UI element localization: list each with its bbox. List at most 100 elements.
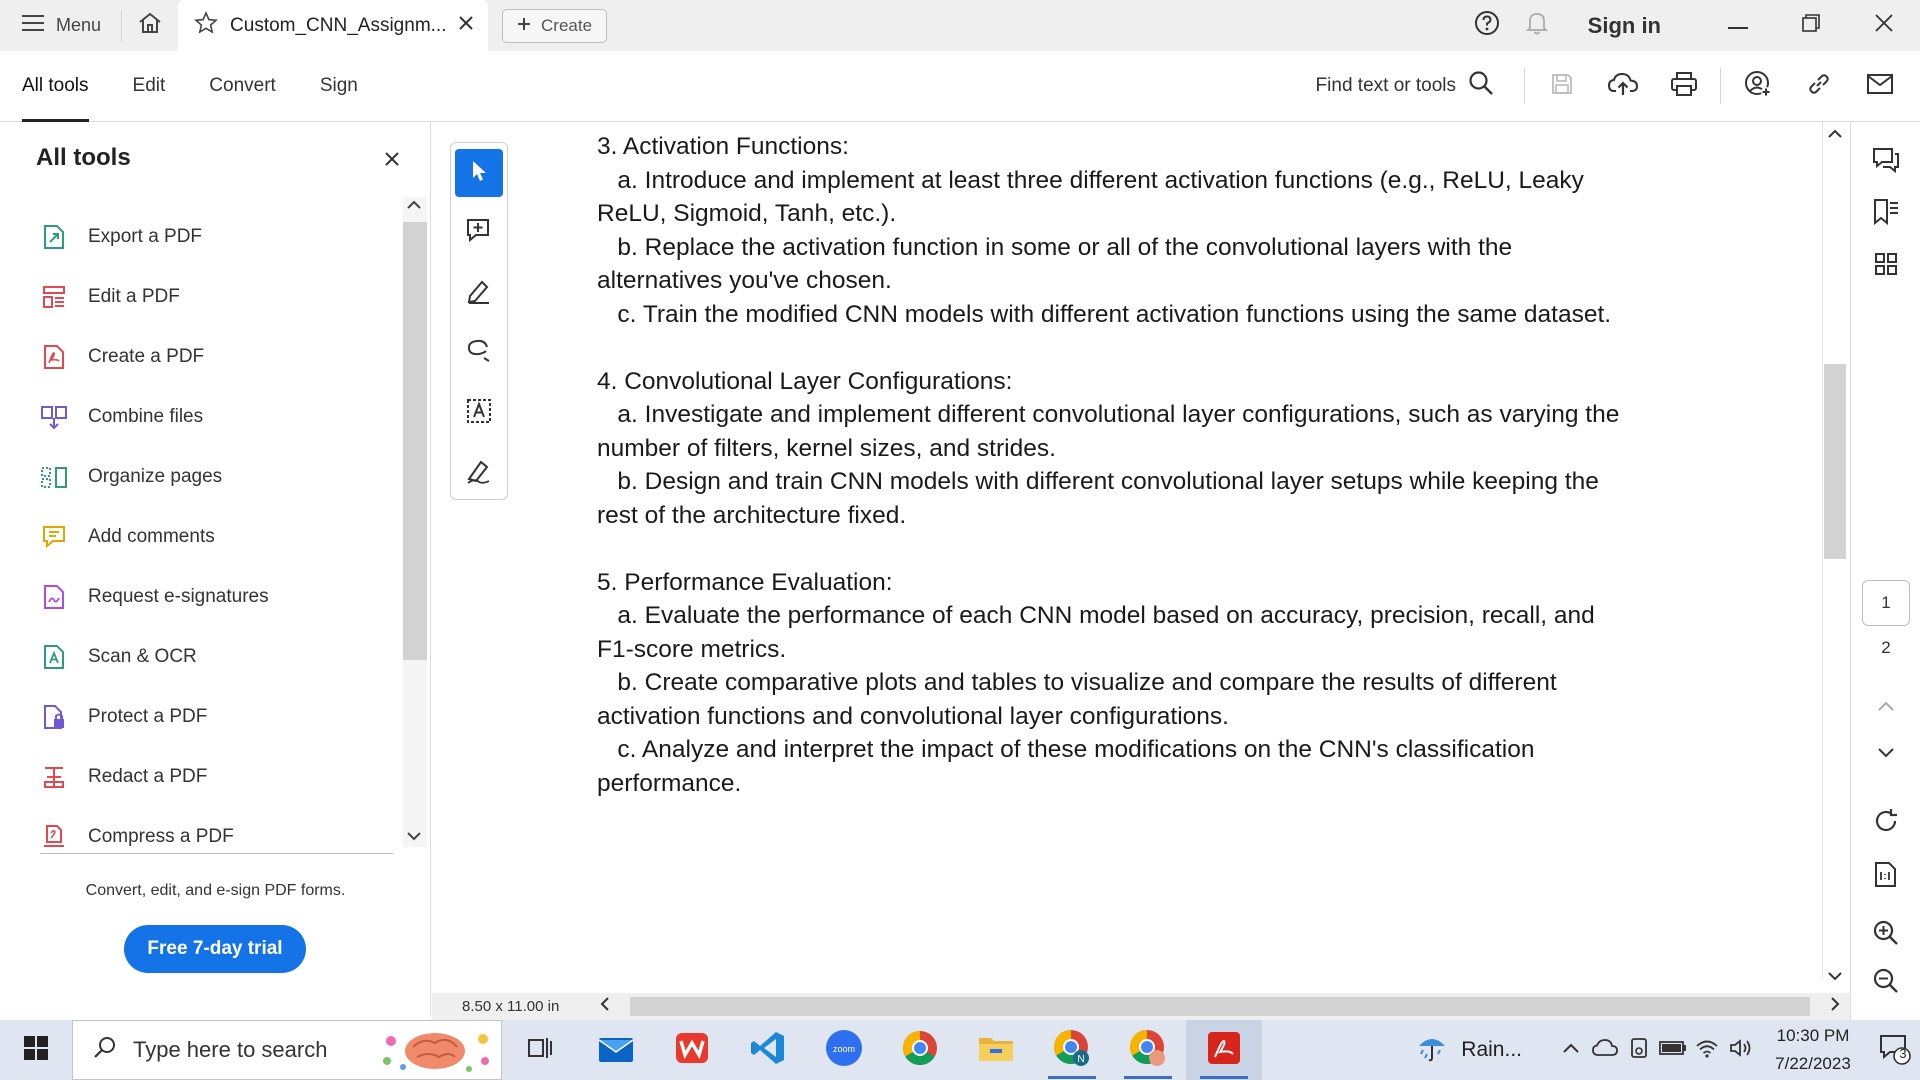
previous-page-button[interactable]	[1868, 690, 1904, 726]
chrome-profile-button[interactable]: N	[1034, 1020, 1110, 1080]
tool-edit-pdf[interactable]: Edit a PDF	[40, 267, 395, 327]
tool-redact-pdf[interactable]: Redact a PDF	[40, 747, 395, 807]
zoom-in-button[interactable]	[1868, 917, 1904, 953]
home-button[interactable]	[122, 0, 178, 51]
taskbar-search-box[interactable]: Type here to search	[72, 1020, 502, 1080]
horizontal-scrollbar[interactable]	[630, 997, 1810, 1016]
home-icon	[137, 11, 163, 40]
weather-widget[interactable]: Rain...	[1415, 1030, 1554, 1070]
main-toolbar: All tools Edit Convert Sign Find text or…	[0, 51, 1920, 122]
text-box-tool-button[interactable]	[455, 389, 503, 437]
free-trial-button[interactable]: Free 7-day trial	[124, 925, 306, 973]
zoom-out-button[interactable]	[1868, 965, 1904, 1001]
tool-export-pdf[interactable]: Export a PDF	[40, 207, 395, 267]
zoom-app-button[interactable]: zoom	[806, 1020, 882, 1080]
restore-icon	[1801, 13, 1821, 38]
sign-in-button[interactable]: Sign in	[1562, 13, 1701, 39]
upload-button[interactable]	[1592, 51, 1653, 122]
current-page-input[interactable]: 1	[1862, 580, 1910, 626]
star-icon[interactable]	[194, 10, 218, 41]
edit-pdf-icon	[40, 283, 68, 311]
highlight-tool-button[interactable]	[455, 269, 503, 317]
print-button[interactable]	[1653, 51, 1714, 122]
wps-office-button[interactable]	[654, 1020, 730, 1080]
tool-add-comments[interactable]: Add comments	[40, 507, 395, 567]
bookmarks-button[interactable]	[1868, 196, 1904, 232]
actual-size-button[interactable]	[1868, 859, 1904, 895]
notification-center-button[interactable]: 3	[1868, 1020, 1920, 1080]
meet-now-button[interactable]	[1622, 1037, 1656, 1064]
save-icon	[1550, 72, 1574, 101]
zoom-in-icon	[1872, 919, 1900, 952]
tool-combine-files[interactable]: Combine files	[40, 387, 395, 447]
restore-button[interactable]	[1774, 0, 1847, 51]
close-window-button[interactable]	[1847, 0, 1920, 51]
vscode-button[interactable]	[730, 1020, 806, 1080]
scroll-up-icon[interactable]	[407, 197, 421, 215]
next-page-button[interactable]	[1868, 737, 1904, 773]
start-button[interactable]	[0, 1020, 72, 1080]
chrome-profile-2-button[interactable]	[1110, 1020, 1186, 1080]
document-scroll-thumb[interactable]	[1824, 364, 1846, 559]
save-button[interactable]	[1531, 51, 1592, 122]
email-button[interactable]	[1849, 51, 1910, 122]
text-line: 3. Activation Functions:	[597, 133, 849, 160]
scroll-up-icon[interactable]	[1828, 126, 1842, 143]
organize-pages-icon	[40, 463, 68, 491]
create-button[interactable]: Create	[502, 8, 608, 43]
file-explorer-button[interactable]	[958, 1020, 1034, 1080]
help-button[interactable]	[1462, 0, 1512, 51]
rotate-button[interactable]	[1868, 805, 1904, 841]
comments-button[interactable]	[1868, 144, 1904, 180]
battery-button[interactable]	[1656, 1040, 1690, 1061]
tab-convert[interactable]: Convert	[209, 51, 276, 122]
tool-request-esignatures[interactable]: Request e-signatures	[40, 567, 395, 627]
chrome-button[interactable]	[882, 1020, 958, 1080]
rain-umbrella-icon	[1415, 1030, 1449, 1070]
panel-scroll-thumb[interactable]	[403, 222, 427, 660]
tool-organize-pages[interactable]: Organize pages	[40, 447, 395, 507]
text-line: b. Replace the activation function in so…	[597, 233, 1513, 261]
tool-scan-ocr[interactable]: Scan & OCR	[40, 627, 395, 687]
minimize-button[interactable]	[1701, 0, 1774, 51]
acrobat-icon	[1206, 1030, 1242, 1071]
clock[interactable]: 10:30 PM 7/22/2023	[1758, 1022, 1868, 1078]
scroll-down-icon[interactable]	[407, 828, 421, 846]
tool-compress-pdf[interactable]: Compress a PDF	[40, 807, 395, 867]
tool-create-pdf[interactable]: Create a PDF	[40, 327, 395, 387]
select-tool-button[interactable]	[455, 149, 503, 197]
network-button[interactable]	[1690, 1038, 1724, 1063]
tab-sign[interactable]: Sign	[320, 51, 358, 122]
show-hidden-icons-button[interactable]	[1554, 1041, 1588, 1059]
find-text-or-tools[interactable]: Find text or tools	[1316, 70, 1518, 102]
notifications-button[interactable]	[1512, 0, 1562, 51]
tab-title: Custom_CNN_Assignm...	[230, 14, 447, 36]
menu-button[interactable]: Menu	[0, 0, 121, 51]
tab-edit[interactable]: Edit	[133, 51, 166, 122]
scroll-left-icon[interactable]	[590, 997, 620, 1016]
add-comment-tool-button[interactable]	[455, 209, 503, 257]
copy-link-button[interactable]	[1788, 51, 1849, 122]
scroll-right-icon[interactable]	[1820, 997, 1850, 1016]
share-with-people-button[interactable]	[1727, 51, 1788, 122]
thumbnails-button[interactable]	[1868, 248, 1904, 284]
cursor-icon	[467, 158, 491, 189]
search-icon	[1468, 70, 1494, 102]
tool-protect-pdf[interactable]: Protect a PDF	[40, 687, 395, 747]
minimize-icon	[1727, 17, 1748, 35]
sign-tool-button[interactable]	[455, 449, 503, 497]
scroll-down-icon[interactable]	[1828, 968, 1842, 985]
volume-button[interactable]	[1724, 1038, 1758, 1063]
close-tab-icon[interactable]	[458, 15, 474, 37]
document-tab[interactable]: Custom_CNN_Assignm...	[178, 0, 489, 51]
tab-all-tools[interactable]: All tools	[22, 51, 89, 122]
draw-tool-button[interactable]	[455, 329, 503, 377]
text-line: alternatives you've chosen.	[597, 267, 892, 294]
onedrive-button[interactable]	[1588, 1038, 1622, 1062]
mail-app-button[interactable]	[578, 1020, 654, 1080]
task-view-button[interactable]	[502, 1020, 578, 1080]
close-panel-button[interactable]	[385, 146, 399, 172]
acrobat-button[interactable]	[1186, 1020, 1262, 1080]
